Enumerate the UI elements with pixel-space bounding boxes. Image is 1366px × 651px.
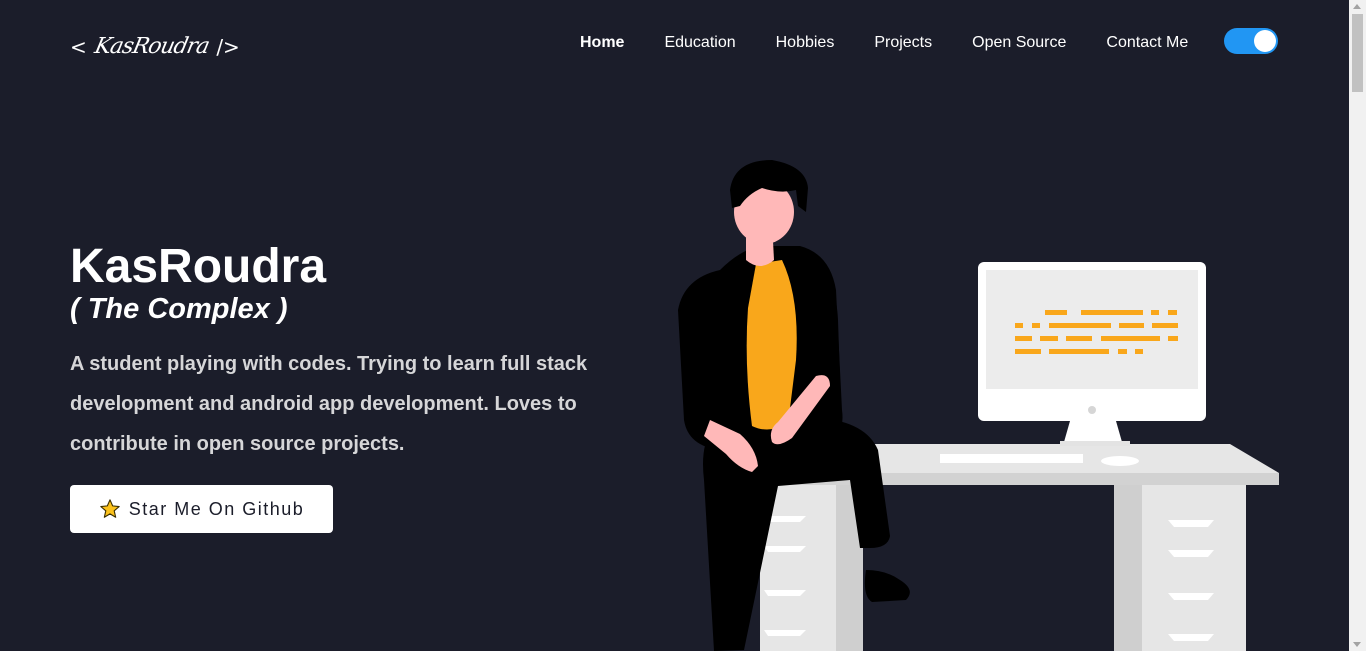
keyboard [940, 454, 1083, 463]
theme-toggle[interactable] [1224, 28, 1278, 54]
nav-projects[interactable]: Projects [854, 32, 952, 54]
hero-subtitle: ( The Complex ) [70, 293, 288, 325]
nav-home[interactable]: Home [560, 32, 644, 54]
nav-contact-me[interactable]: Contact Me [1086, 32, 1208, 54]
logo-open-bracket: < [70, 34, 87, 59]
nav-open-source[interactable]: Open Source [952, 32, 1086, 54]
hero-description: A student playing with codes. Trying to … [70, 353, 588, 455]
main-nav: Home Education Hobbies Projects Open Sou… [560, 32, 1208, 54]
mouse [1101, 456, 1139, 466]
nav-hobbies[interactable]: Hobbies [756, 32, 855, 54]
site-logo[interactable]: < KasRoudra /> [70, 34, 240, 59]
developer-illustration [678, 160, 1279, 651]
star-icon [99, 498, 121, 520]
star-github-button[interactable]: Star Me On Github [70, 485, 333, 533]
hero-title: KasRoudra [70, 240, 327, 293]
logo-signature: KasRoudra [92, 34, 211, 59]
star-button-label: Star Me On Github [128, 498, 305, 519]
scroll-up-arrow-icon[interactable] [1353, 4, 1361, 9]
monitor [978, 262, 1206, 446]
nav-education[interactable]: Education [644, 32, 755, 54]
logo-close-bracket: /> [216, 34, 240, 59]
toggle-knob [1254, 30, 1276, 52]
scroll-down-arrow-icon[interactable] [1353, 642, 1361, 647]
page: < KasRoudra /> Home Education Hobbies Pr… [0, 0, 1349, 651]
vertical-scrollbar[interactable] [1349, 0, 1366, 651]
scrollbar-thumb[interactable] [1352, 14, 1363, 92]
